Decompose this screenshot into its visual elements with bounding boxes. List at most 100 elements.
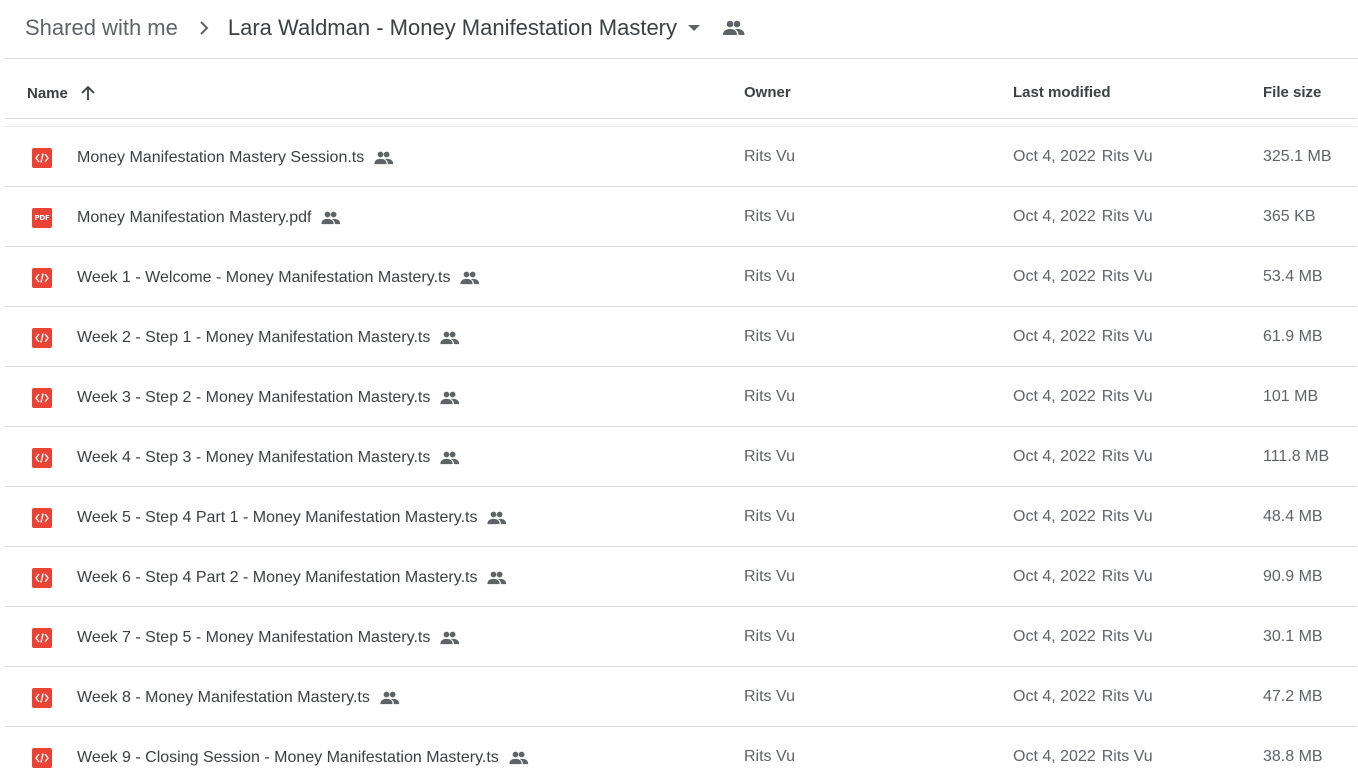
file-name[interactable]: Money Manifestation Mastery.pdf <box>77 209 311 227</box>
file-size-cell: 111.8 MB <box>1263 448 1330 465</box>
last-modified-cell: Oct 4, 2022 Rits Vu <box>1013 568 1153 586</box>
file-list: Money Manifestation Mastery Session.ts Ri… <box>5 127 1357 783</box>
file-name-cell: Week 9 - Closing Session - Money Manifes… <box>77 747 529 769</box>
owner-cell: Rits Vu <box>744 148 795 165</box>
file-name-cell: Week 7 - Step 5 - Money Manifestation Ma… <box>77 627 460 649</box>
people-icon <box>440 388 460 408</box>
file-name[interactable]: Week 7 - Step 5 - Money Manifestation Ma… <box>77 629 430 647</box>
breadcrumb-shared-with-me[interactable]: Shared with me <box>25 15 178 41</box>
file-size-cell: 30.1 MB <box>1263 628 1323 645</box>
people-icon[interactable] <box>723 17 745 39</box>
code-file-icon <box>32 688 52 708</box>
people-icon <box>440 328 460 348</box>
last-modified-cell: Oct 4, 2022 Rits Vu <box>1013 208 1153 226</box>
modified-date: Oct 4, 2022 <box>1013 508 1096 525</box>
modified-date: Oct 4, 2022 <box>1013 148 1096 165</box>
owner-cell: Rits Vu <box>744 208 795 225</box>
file-name-cell: Week 6 - Step 4 Part 2 - Money Manifesta… <box>77 567 507 589</box>
column-header-name[interactable]: Name <box>27 84 98 102</box>
table-row[interactable]: Money Manifestation Mastery Session.ts Ri… <box>5 127 1357 187</box>
file-name[interactable]: Week 5 - Step 4 Part 1 - Money Manifesta… <box>77 509 477 527</box>
last-modified-cell: Oct 4, 2022 Rits Vu <box>1013 748 1153 766</box>
people-icon <box>374 148 394 168</box>
owner-cell: Rits Vu <box>744 508 795 525</box>
file-size-cell: 365 KB <box>1263 208 1316 225</box>
column-name-label: Name <box>27 84 68 102</box>
modified-by: Rits Vu <box>1101 208 1153 225</box>
people-icon <box>440 448 460 468</box>
last-modified-cell: Oct 4, 2022 Rits Vu <box>1013 268 1153 286</box>
modified-by: Rits Vu <box>1101 688 1153 705</box>
file-name[interactable]: Week 1 - Welcome - Money Manifestation M… <box>77 269 450 287</box>
file-name-cell: Week 1 - Welcome - Money Manifestation M… <box>77 267 480 289</box>
modified-by: Rits Vu <box>1101 268 1153 285</box>
owner-cell: Rits Vu <box>744 748 795 765</box>
code-file-icon <box>32 148 52 168</box>
table-row[interactable]: Week 8 - Money Manifestation Mastery.ts R… <box>5 667 1357 727</box>
owner-cell: Rits Vu <box>744 448 795 465</box>
file-name[interactable]: Week 9 - Closing Session - Money Manifes… <box>77 749 499 767</box>
modified-date: Oct 4, 2022 <box>1013 388 1096 405</box>
table-row[interactable]: Week 1 - Welcome - Money Manifestation M… <box>5 247 1357 307</box>
file-name-cell: Money Manifestation Mastery.pdf <box>77 207 341 229</box>
column-header-owner[interactable]: Owner <box>744 84 791 101</box>
drive-folder-view: Shared with me Lara Waldman - Money Mani… <box>0 0 1358 783</box>
code-file-icon <box>32 748 52 768</box>
owner-cell: Rits Vu <box>744 328 795 345</box>
modified-date: Oct 4, 2022 <box>1013 688 1096 705</box>
column-header-divider <box>5 118 1357 119</box>
last-modified-cell: Oct 4, 2022 Rits Vu <box>1013 328 1153 346</box>
file-name-cell: Money Manifestation Mastery Session.ts <box>77 147 394 169</box>
modified-by: Rits Vu <box>1101 568 1153 585</box>
last-modified-cell: Oct 4, 2022 Rits Vu <box>1013 688 1153 706</box>
people-icon <box>509 748 529 768</box>
people-icon <box>321 208 341 228</box>
arrow-upward-icon[interactable] <box>80 84 98 102</box>
file-size-cell: 101 MB <box>1263 388 1319 405</box>
file-name[interactable]: Money Manifestation Mastery Session.ts <box>77 149 364 167</box>
file-name[interactable]: Week 3 - Step 2 - Money Manifestation Ma… <box>77 389 430 407</box>
file-name[interactable]: Week 8 - Money Manifestation Mastery.ts <box>77 689 370 707</box>
file-size-cell: 325.1 MB <box>1263 148 1332 165</box>
table-row[interactable]: Week 6 - Step 4 Part 2 - Money Manifesta… <box>5 547 1357 607</box>
owner-cell: Rits Vu <box>744 388 795 405</box>
people-icon <box>487 508 507 528</box>
table-row[interactable]: Week 3 - Step 2 - Money Manifestation Ma… <box>5 367 1357 427</box>
breadcrumb-current-folder[interactable]: Lara Waldman - Money Manifestation Maste… <box>228 15 701 41</box>
last-modified-cell: Oct 4, 2022 Rits Vu <box>1013 148 1153 166</box>
modified-by: Rits Vu <box>1101 508 1153 525</box>
file-size-cell: 61.9 MB <box>1263 328 1323 345</box>
file-size-cell: 38.8 MB <box>1263 748 1323 765</box>
column-header-last-modified[interactable]: Last modified <box>1013 84 1111 101</box>
modified-by: Rits Vu <box>1101 388 1153 405</box>
table-row[interactable]: PDF Money Manifestation Mastery.pdf Rits V… <box>5 187 1357 247</box>
owner-cell: Rits Vu <box>744 568 795 585</box>
table-row[interactable]: Week 2 - Step 1 - Money Manifestation Ma… <box>5 307 1357 367</box>
people-icon <box>440 628 460 648</box>
table-row[interactable]: Week 7 - Step 5 - Money Manifestation Ma… <box>5 607 1357 667</box>
last-modified-cell: Oct 4, 2022 Rits Vu <box>1013 448 1153 466</box>
breadcrumb: Shared with me Lara Waldman - Money Mani… <box>25 12 745 44</box>
last-modified-cell: Oct 4, 2022 Rits Vu <box>1013 508 1153 526</box>
code-file-icon <box>32 568 52 588</box>
modified-by: Rits Vu <box>1101 748 1153 765</box>
modified-date: Oct 4, 2022 <box>1013 328 1096 345</box>
modified-date: Oct 4, 2022 <box>1013 208 1096 225</box>
code-file-icon <box>32 448 52 468</box>
file-name[interactable]: Week 2 - Step 1 - Money Manifestation Ma… <box>77 329 430 347</box>
table-row[interactable]: Week 5 - Step 4 Part 1 - Money Manifesta… <box>5 487 1357 547</box>
arrow-drop-down-icon[interactable] <box>687 21 701 35</box>
table-row[interactable]: Week 4 - Step 3 - Money Manifestation Ma… <box>5 427 1357 487</box>
owner-cell: Rits Vu <box>744 268 795 285</box>
file-size-cell: 48.4 MB <box>1263 508 1323 525</box>
pdf-file-icon: PDF <box>32 208 52 228</box>
file-size-cell: 47.2 MB <box>1263 688 1323 705</box>
modified-by: Rits Vu <box>1101 328 1153 345</box>
file-size-cell: 90.9 MB <box>1263 568 1323 585</box>
file-name[interactable]: Week 4 - Step 3 - Money Manifestation Ma… <box>77 449 430 467</box>
column-header-file-size[interactable]: File size <box>1263 84 1321 101</box>
file-name[interactable]: Week 6 - Step 4 Part 2 - Money Manifesta… <box>77 569 477 587</box>
modified-by: Rits Vu <box>1101 628 1153 645</box>
table-row[interactable]: Week 9 - Closing Session - Money Manifes… <box>5 727 1357 783</box>
modified-date: Oct 4, 2022 <box>1013 268 1096 285</box>
